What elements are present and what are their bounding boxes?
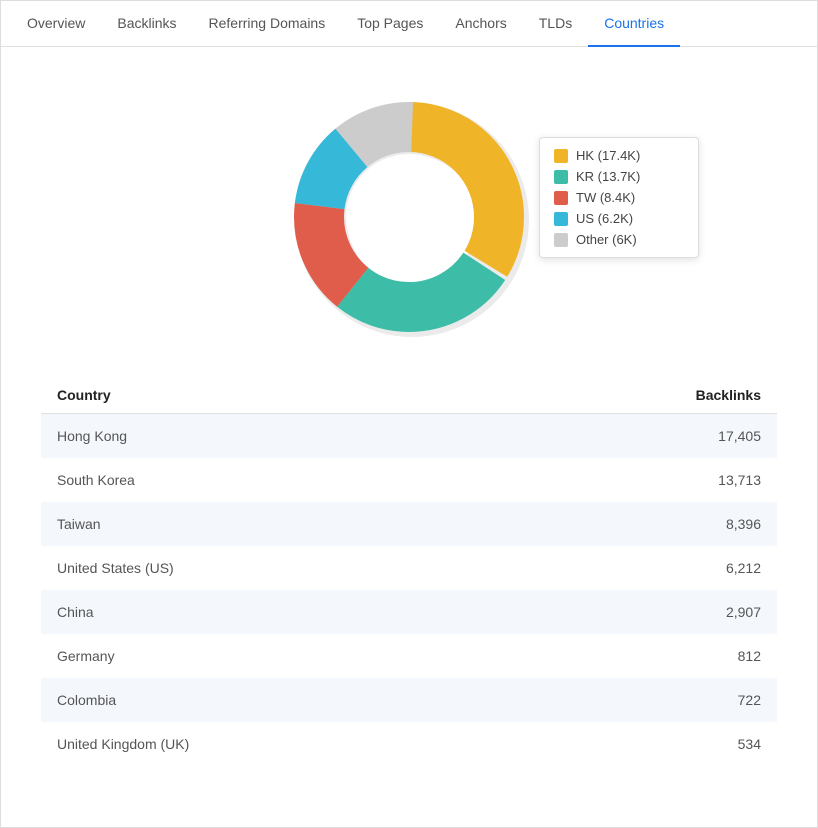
table-section: Country Backlinks Hong Kong 17,405 South K… bbox=[1, 377, 817, 796]
table-header: Country Backlinks bbox=[41, 377, 777, 414]
table-row: South Korea 13,713 bbox=[41, 458, 777, 502]
legend-label: HK (17.4K) bbox=[576, 148, 640, 163]
backlinks-value: 17,405 bbox=[718, 428, 761, 444]
country-name: South Korea bbox=[57, 472, 135, 488]
legend-swatch bbox=[554, 170, 568, 184]
col-country: Country bbox=[57, 387, 111, 403]
country-name: Germany bbox=[57, 648, 115, 664]
backlinks-value: 534 bbox=[738, 736, 761, 752]
legend-label: Other (6K) bbox=[576, 232, 637, 247]
legend-item: Other (6K) bbox=[554, 232, 684, 247]
country-name: Taiwan bbox=[57, 516, 101, 532]
legend-swatch bbox=[554, 212, 568, 226]
legend-swatch bbox=[554, 149, 568, 163]
table-body: Hong Kong 17,405 South Korea 13,713 Taiwan 8,… bbox=[41, 414, 777, 766]
table-row: United States (US) 6,212 bbox=[41, 546, 777, 590]
nav-item-overview[interactable]: Overview bbox=[11, 1, 101, 47]
nav-item-backlinks[interactable]: Backlinks bbox=[101, 1, 192, 47]
table-row: Hong Kong 17,405 bbox=[41, 414, 777, 458]
legend-item: KR (13.7K) bbox=[554, 169, 684, 184]
backlinks-value: 8,396 bbox=[726, 516, 761, 532]
table-row: Taiwan 8,396 bbox=[41, 502, 777, 546]
backlinks-value: 2,907 bbox=[726, 604, 761, 620]
backlinks-value: 6,212 bbox=[726, 560, 761, 576]
backlinks-value: 812 bbox=[738, 648, 761, 664]
nav-item-referring-domains[interactable]: Referring Domains bbox=[193, 1, 342, 47]
country-name: Colombia bbox=[57, 692, 116, 708]
chart-section: HK (17.4K) KR (13.7K) TW (8.4K) US (6.2K) Ot… bbox=[1, 47, 817, 377]
legend-swatch bbox=[554, 191, 568, 205]
country-name: Hong Kong bbox=[57, 428, 127, 444]
country-name: United States (US) bbox=[57, 560, 174, 576]
nav-item-top-pages[interactable]: Top Pages bbox=[341, 1, 439, 47]
legend-item: HK (17.4K) bbox=[554, 148, 684, 163]
donut-chart: HK (17.4K)KR (13.7K)TW (8.4K)US (6.2K)Ot… bbox=[279, 87, 539, 347]
table-row: Colombia 722 bbox=[41, 678, 777, 722]
country-name: United Kingdom (UK) bbox=[57, 736, 189, 752]
legend-label: KR (13.7K) bbox=[576, 169, 640, 184]
legend-item: TW (8.4K) bbox=[554, 190, 684, 205]
country-name: China bbox=[57, 604, 94, 620]
nav-item-anchors[interactable]: Anchors bbox=[439, 1, 522, 47]
table-row: China 2,907 bbox=[41, 590, 777, 634]
donut-hole bbox=[346, 154, 472, 280]
col-backlinks: Backlinks bbox=[696, 387, 761, 403]
table-row: Germany 812 bbox=[41, 634, 777, 678]
legend-label: US (6.2K) bbox=[576, 211, 633, 226]
backlinks-value: 722 bbox=[738, 692, 761, 708]
nav-item-tlds[interactable]: TLDs bbox=[523, 1, 588, 47]
legend-box: HK (17.4K) KR (13.7K) TW (8.4K) US (6.2K) Ot… bbox=[539, 137, 699, 258]
legend-label: TW (8.4K) bbox=[576, 190, 635, 205]
legend-item: US (6.2K) bbox=[554, 211, 684, 226]
page-container: OverviewBacklinksReferring DomainsTop Pa… bbox=[0, 0, 818, 828]
nav-item-countries[interactable]: Countries bbox=[588, 1, 680, 47]
donut-svg bbox=[279, 87, 539, 347]
table-row: United Kingdom (UK) 534 bbox=[41, 722, 777, 766]
legend-swatch bbox=[554, 233, 568, 247]
backlinks-value: 13,713 bbox=[718, 472, 761, 488]
nav-bar: OverviewBacklinksReferring DomainsTop Pa… bbox=[1, 1, 817, 47]
